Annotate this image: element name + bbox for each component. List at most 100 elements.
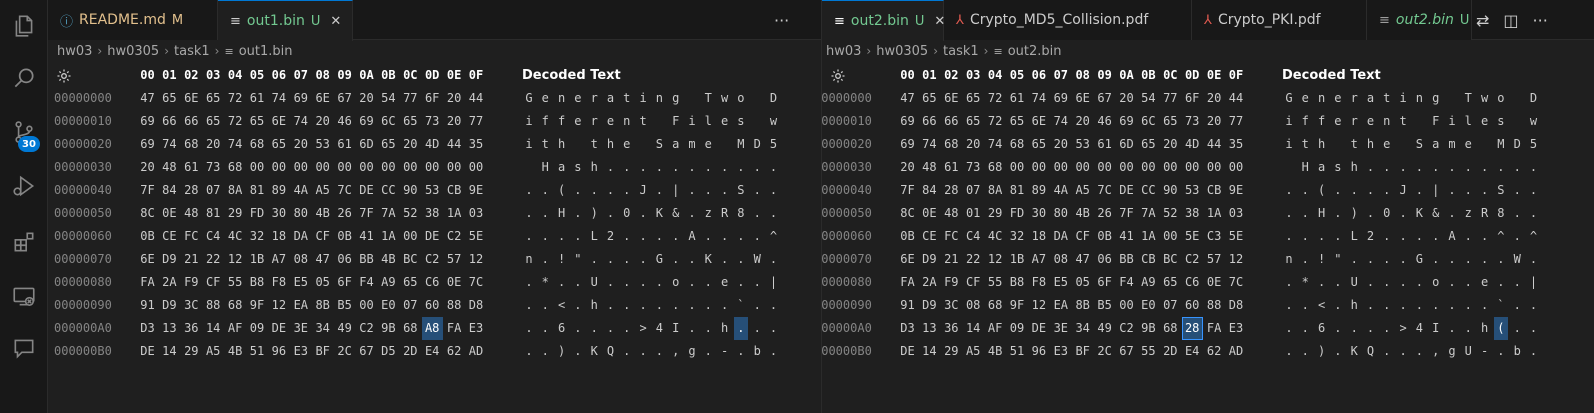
hex-byte[interactable]: 74 [290, 110, 311, 133]
hex-byte[interactable]: 13 [919, 317, 940, 340]
hex-byte[interactable]: 9E [1226, 179, 1247, 202]
hex-byte[interactable]: 9B [1138, 317, 1159, 340]
hex-byte[interactable]: 18 [1028, 225, 1049, 248]
decoded-char[interactable]: . [555, 271, 569, 294]
hex-byte[interactable]: 5E [1182, 225, 1203, 248]
decoded-char[interactable]: . [571, 317, 585, 340]
decoded-char[interactable]: r [587, 87, 601, 110]
decoded-char[interactable]: 5 [1527, 133, 1541, 156]
decoded-char[interactable]: e [1331, 87, 1345, 110]
hex-byte[interactable]: 1A [1138, 225, 1159, 248]
hex-byte[interactable]: 68 [941, 133, 962, 156]
decoded-char[interactable]: T [1461, 87, 1475, 110]
decoded-char[interactable]: . [571, 294, 585, 317]
decoded-char[interactable]: > [1396, 317, 1410, 340]
decoded-char[interactable]: i [1445, 110, 1459, 133]
decoded-char[interactable]: s [734, 110, 748, 133]
hex-byte[interactable]: 2C [334, 340, 355, 363]
decoded-char[interactable]: . [1478, 294, 1492, 317]
decoded-char[interactable]: . [685, 248, 699, 271]
hex-byte[interactable]: 8C [897, 202, 918, 225]
hex-byte[interactable]: DE [422, 225, 443, 248]
hex-byte[interactable]: 03 [466, 202, 487, 225]
tab-out2-bin-preview[interactable]: ≡ out2.bin U [1367, 0, 1472, 40]
hex-byte[interactable]: 69 [897, 110, 918, 133]
hex-byte[interactable]: DA [1050, 225, 1071, 248]
hex-byte[interactable]: 6D [356, 133, 377, 156]
hex-byte[interactable]: B5 [334, 294, 355, 317]
hex-byte[interactable]: 0B [334, 225, 355, 248]
hex-byte[interactable]: 55 [1138, 340, 1159, 363]
decoded-char[interactable]: r [1347, 87, 1361, 110]
hex-byte[interactable]: 62 [444, 340, 465, 363]
breadcrumb-item[interactable]: task1 [943, 44, 979, 59]
hex-byte[interactable]: EA [1050, 294, 1071, 317]
decoded-char[interactable]: S [1412, 133, 1426, 156]
decoded-char[interactable]: . [1412, 271, 1426, 294]
hex-byte[interactable]: E3 [290, 340, 311, 363]
hex-byte[interactable]: 68 [1160, 317, 1181, 340]
decoded-char[interactable]: . [1527, 340, 1541, 363]
hex-byte[interactable]: BF [312, 340, 333, 363]
hex-byte[interactable]: BC [1160, 248, 1181, 271]
hex-byte[interactable]: 00 [1050, 156, 1071, 179]
hex-byte[interactable]: 47 [1072, 248, 1093, 271]
decoded-char[interactable]: e [1478, 271, 1492, 294]
hex-byte[interactable]: AF [225, 317, 246, 340]
hex-byte[interactable]: C2 [1182, 248, 1203, 271]
decoded-char[interactable]: . [718, 179, 732, 202]
decoded-char[interactable]: m [685, 133, 699, 156]
decoded-char[interactable]: ) [1347, 202, 1361, 225]
decoded-char[interactable]: . [718, 156, 732, 179]
decoded-char[interactable]: & [669, 202, 683, 225]
hex-byte[interactable]: BF [1072, 340, 1093, 363]
decoded-char[interactable] [1510, 87, 1524, 110]
decoded-char[interactable]: I [1429, 317, 1443, 340]
comments-icon[interactable] [0, 328, 48, 368]
hex-byte[interactable]: 72 [225, 110, 246, 133]
decoded-char[interactable]: . [604, 271, 618, 294]
decoded-char[interactable]: . [750, 179, 764, 202]
decoded-char[interactable]: . [669, 156, 683, 179]
hex-byte[interactable]: 91 [897, 294, 918, 317]
hex-byte[interactable]: 4A [290, 179, 311, 202]
decoded-char[interactable]: D [750, 133, 764, 156]
hex-byte[interactable]: A5 [312, 179, 333, 202]
hex-byte[interactable]: 35 [466, 133, 487, 156]
decoded-char[interactable]: . [587, 179, 601, 202]
hex-byte[interactable]: 00 [290, 156, 311, 179]
decoded-char[interactable]: t [1347, 133, 1361, 156]
decoded-char[interactable]: . [1282, 340, 1296, 363]
decoded-char[interactable]: . [1298, 294, 1312, 317]
hex-byte[interactable]: 77 [400, 87, 421, 110]
hex-byte[interactable]: 38 [422, 202, 443, 225]
hex-byte[interactable]: FC [181, 225, 202, 248]
decoded-char[interactable]: . [1478, 248, 1492, 271]
decoded-char[interactable]: . [1494, 156, 1508, 179]
decoded-char[interactable]: . [1429, 294, 1443, 317]
hex-byte[interactable]: 74 [1028, 87, 1049, 110]
hex-byte[interactable]: 6E [897, 248, 918, 271]
hex-byte[interactable]: DE [897, 340, 918, 363]
decoded-char[interactable]: . [701, 340, 715, 363]
decoded-char[interactable]: . [1298, 340, 1312, 363]
hex-byte[interactable]: 69 [290, 87, 311, 110]
decoded-char[interactable]: . [1527, 248, 1541, 271]
decoded-char[interactable]: . [571, 225, 585, 248]
decoded-char[interactable]: . [1429, 225, 1443, 248]
hex-byte[interactable]: 00 [400, 225, 421, 248]
decoded-char[interactable]: & [1429, 202, 1443, 225]
hex-byte[interactable]: 55 [985, 271, 1006, 294]
hex-byte[interactable]: 22 [203, 248, 224, 271]
hex-byte[interactable]: 65 [203, 110, 224, 133]
hex-byte[interactable]: 18 [268, 225, 289, 248]
hex-byte[interactable]: 1B [247, 248, 268, 271]
decoded-char[interactable]: . [652, 271, 666, 294]
hex-byte[interactable]: 9F [247, 294, 268, 317]
hex-byte[interactable]: 29 [941, 340, 962, 363]
decoded-char[interactable]: . [636, 202, 650, 225]
hex-byte[interactable]: 20 [1160, 133, 1181, 156]
decoded-char[interactable]: . [636, 271, 650, 294]
hex-byte[interactable]: 77 [466, 110, 487, 133]
hex-byte[interactable]: AD [466, 340, 487, 363]
